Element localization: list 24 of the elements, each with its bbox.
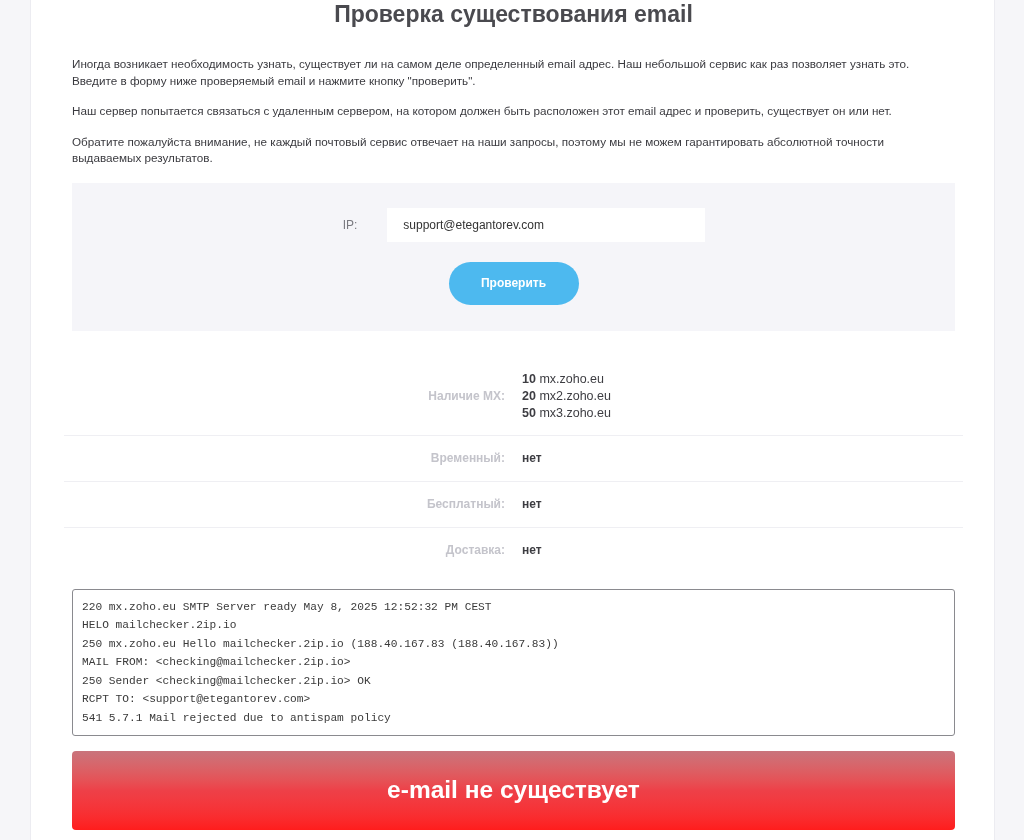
result-label: Бесплатный: [425,495,505,513]
result-value: нет [522,449,543,467]
log-line: 220 mx.zoho.eu SMTP Server ready May 8, 2025 12:52:32 PM CEST [82,599,493,615]
log-line: MAIL FROM: <checking@mailchecker.2ip.io> [82,655,352,670]
result-value: нет [522,495,543,513]
log-line: 250 mx.zoho.eu Hello mailchecker.2ip.io (188.40.167.83 (188.40.167.83)) [82,636,560,652]
intro-paragraph: Обратите пожалуйста внимание, не каждый почтовый сервис отвечает на наши запросы, поэтому мы не можем гарантировать абсолютной точности выдаваемых результатов. [72,133,885,166]
log-line: 250 Sender <checking@mailchecker.2ip.io> OK [82,673,372,689]
field-label: IP: [342,216,358,234]
mx-record: 10 mx.zoho.eu [522,370,605,388]
mx-record: 50 mx3.zoho.eu [522,404,612,422]
result-message: e-mail не существует [387,774,640,805]
log-line: 541 5.7.1 Mail rejected due to antispam policy [82,710,392,726]
page-title: Проверка существования email [334,1,693,27]
mx-record: 20 mx2.zoho.eu [522,387,612,405]
log-line: HELO mailchecker.2ip.io [82,618,238,633]
email-input[interactable]: support@etegantorev.com [387,207,706,242]
log-line: RCPT TO: <support@etegantorev.com> [82,692,312,707]
result-label: Временный: [429,449,505,467]
intro-paragraph: Иногда возникает необходимость узнать, существует ли на самом деле определенный email адрес. Наш небольшой сервис как раз позволяет узнать это. Введите в форму ниже проверяемый email и нажмите кнопку "проверить". [72,56,911,89]
result-label: Наличие MX: [427,387,505,405]
result-label: Доставка: [444,541,505,559]
intro-paragraph: Наш сервер попытается связаться с удаленным сервером, на котором должен быть расположен этот email адрес и проверить, существует он или нет. [72,103,893,119]
result-value: нет [522,541,543,559]
